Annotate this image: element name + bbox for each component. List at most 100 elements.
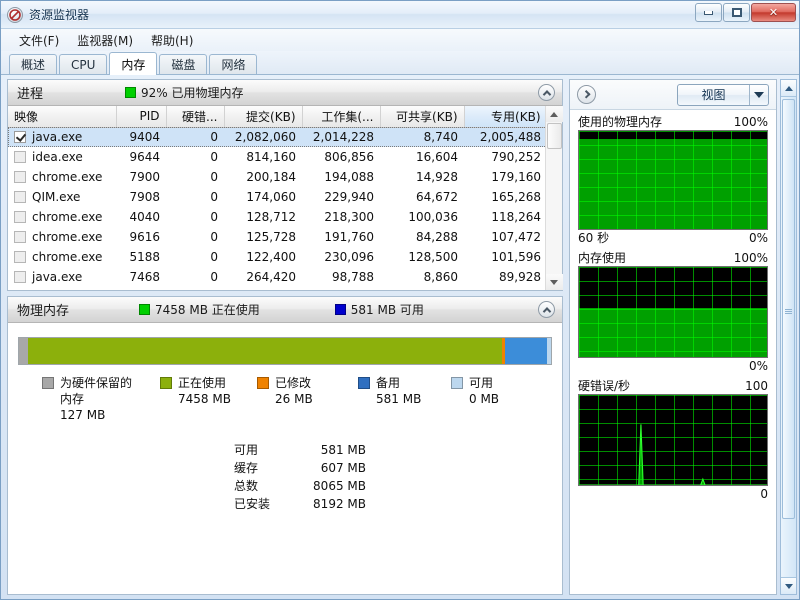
stat-key: 缓存 — [234, 461, 259, 475]
menu-file[interactable]: 文件(F) — [11, 30, 67, 51]
cell-image[interactable]: chrome.exe — [8, 227, 116, 247]
stat-value: 607 MB — [320, 461, 366, 475]
table-row[interactable]: java.exe 9404 0 2,082,060 2,014,228 8,74… — [8, 127, 547, 147]
scroll-up-button[interactable] — [545, 106, 563, 122]
row-checkbox[interactable] — [14, 271, 26, 283]
close-button[interactable]: ✕ — [751, 3, 796, 22]
main-scrollbar[interactable] — [780, 79, 797, 595]
physical-memory-collapse-button[interactable] — [538, 301, 555, 318]
cell-shareable: 14,928 — [416, 170, 458, 184]
physical-memory-title: 物理内存 — [17, 304, 70, 319]
cell-private: 2,005,488 — [464, 127, 547, 147]
tab-network[interactable]: 网络 — [209, 54, 258, 74]
column-header-shareable[interactable]: 可共享(KB) — [380, 106, 465, 128]
legend-label-line1: 已修改 — [275, 376, 312, 390]
row-checkbox[interactable] — [14, 151, 26, 163]
processes-panel-header[interactable]: 进程 92% 已用物理内存 — [8, 80, 562, 106]
cell-pid: 9644 — [129, 150, 160, 164]
row-checkbox[interactable] — [14, 251, 26, 263]
cell-commit: 2,082,060 — [224, 127, 302, 147]
table-row[interactable]: java.exe 7468 0 264,420 98,788 8,860 89,… — [8, 267, 547, 287]
cell-working-set: 806,856 — [324, 150, 374, 164]
cell-working-set: 229,940 — [324, 190, 374, 204]
hard-faults-per-second-graph: 硬错误/秒 100 0 — [578, 378, 768, 502]
chevron-right-icon — [581, 89, 591, 99]
row-checkbox[interactable] — [14, 211, 26, 223]
legend-modified: 已修改 26 MB — [257, 375, 358, 423]
physical-memory-body: 为硬件保留的 内存 127 MB 正在使用 7458 MB 已修改 26 MB … — [8, 323, 562, 594]
bar-segment-in-use — [27, 338, 503, 364]
cell-image[interactable]: java.exe — [8, 127, 116, 147]
row-checkbox[interactable] — [14, 131, 26, 144]
cell-image[interactable]: chrome.exe — [8, 247, 116, 267]
table-row[interactable]: QIM.exe 7908 0 174,060 229,940 64,672 16… — [8, 187, 547, 207]
cell-image[interactable]: QIM.exe — [8, 187, 116, 207]
cell-shareable: 64,672 — [416, 190, 458, 204]
graph-canvas — [578, 394, 768, 486]
cell-working-set: 2,014,228 — [302, 127, 380, 147]
stat-value: 8065 MB — [313, 479, 366, 493]
tab-memory[interactable]: 内存 — [109, 52, 158, 75]
scroll-up-button[interactable] — [781, 80, 796, 97]
scrollbar-track[interactable] — [781, 519, 796, 577]
memory-status-swatch — [125, 87, 137, 98]
processes-collapse-button[interactable] — [538, 84, 555, 101]
cell-shareable: 8,860 — [423, 270, 458, 284]
processes-scrollbar[interactable] — [545, 106, 563, 290]
table-header-row: 映像 PID 硬错... 提交(KB) 工作集(... 可共享(KB) 专用(K… — [8, 106, 548, 128]
row-checkbox[interactable] — [14, 171, 26, 183]
legend-swatch — [160, 377, 172, 389]
memory-status-text: 92% 已用物理内存 — [141, 86, 244, 100]
legend-swatch — [451, 377, 463, 389]
cell-image[interactable]: idea.exe — [8, 147, 116, 167]
scrollbar-track[interactable] — [546, 149, 562, 274]
menu-monitor[interactable]: 监视器(M) — [69, 30, 141, 51]
table-row[interactable]: chrome.exe 5188 0 122,400 230,096 128,50… — [8, 247, 547, 267]
table-row[interactable]: chrome.exe 7900 0 200,184 194,088 14,928… — [8, 167, 547, 187]
row-checkbox[interactable] — [14, 231, 26, 243]
stat-key: 已安装 — [234, 497, 271, 511]
expand-graphs-button[interactable] — [577, 85, 596, 104]
cell-commit: 814,160 — [246, 150, 296, 164]
maximize-button[interactable] — [723, 3, 750, 22]
cell-hard-faults: 0 — [210, 170, 218, 184]
view-dropdown[interactable]: 视图 — [677, 83, 769, 106]
cell-pid: 5188 — [129, 250, 160, 264]
column-header-hard-faults[interactable]: 硬错... — [166, 106, 225, 128]
column-header-commit[interactable]: 提交(KB) — [224, 106, 303, 128]
scroll-down-button[interactable] — [781, 577, 796, 594]
tab-disk[interactable]: 磁盘 — [159, 54, 208, 74]
tab-cpu[interactable]: CPU — [59, 54, 108, 74]
column-header-image[interactable]: 映像 — [8, 106, 117, 128]
minimize-button[interactable] — [695, 3, 722, 22]
cell-shareable: 16,604 — [416, 150, 458, 164]
legend-label-line1: 正在使用 — [178, 376, 227, 390]
processes-panel: 进程 92% 已用物理内存 映像 PID 硬错... 提交(KB) 工作集(..… — [7, 79, 563, 291]
column-header-pid[interactable]: PID — [116, 106, 167, 128]
table-row[interactable]: idea.exe 9644 0 814,160 806,856 16,604 7… — [8, 147, 547, 167]
cell-working-set: 191,760 — [324, 230, 374, 244]
memory-in-use-status: 7458 MB 正在使用 — [139, 301, 260, 318]
process-name: java.exe — [32, 270, 83, 284]
cell-image[interactable]: java.exe — [8, 267, 116, 287]
cell-hard-faults: 0 — [210, 270, 218, 284]
table-row[interactable]: chrome.exe 4040 0 128,712 218,300 100,03… — [8, 207, 547, 227]
row-checkbox[interactable] — [14, 191, 26, 203]
column-header-private[interactable]: 专用(KB) — [464, 106, 548, 128]
physical-memory-panel-header[interactable]: 物理内存 7458 MB 正在使用 581 MB 可用 — [8, 297, 562, 323]
scroll-down-button[interactable] — [545, 274, 563, 290]
cell-working-set: 194,088 — [324, 170, 374, 184]
column-header-working-set[interactable]: 工作集(... — [302, 106, 381, 128]
stat-row: 已安装 8192 MB — [234, 495, 554, 513]
scrollbar-thumb[interactable] — [546, 123, 562, 149]
tab-overview[interactable]: 概述 — [9, 54, 58, 74]
view-dropdown-arrow[interactable] — [749, 84, 768, 105]
cell-image[interactable]: chrome.exe — [8, 207, 116, 227]
menu-help[interactable]: 帮助(H) — [143, 30, 201, 51]
stat-key: 可用 — [234, 443, 259, 457]
cell-image[interactable]: chrome.exe — [8, 167, 116, 187]
graph-min-label: 0 — [760, 487, 768, 501]
table-row[interactable]: chrome.exe 9616 0 125,728 191,760 84,288… — [8, 227, 547, 247]
scrollbar-thumb[interactable] — [782, 99, 795, 519]
graph-grid — [579, 131, 767, 229]
